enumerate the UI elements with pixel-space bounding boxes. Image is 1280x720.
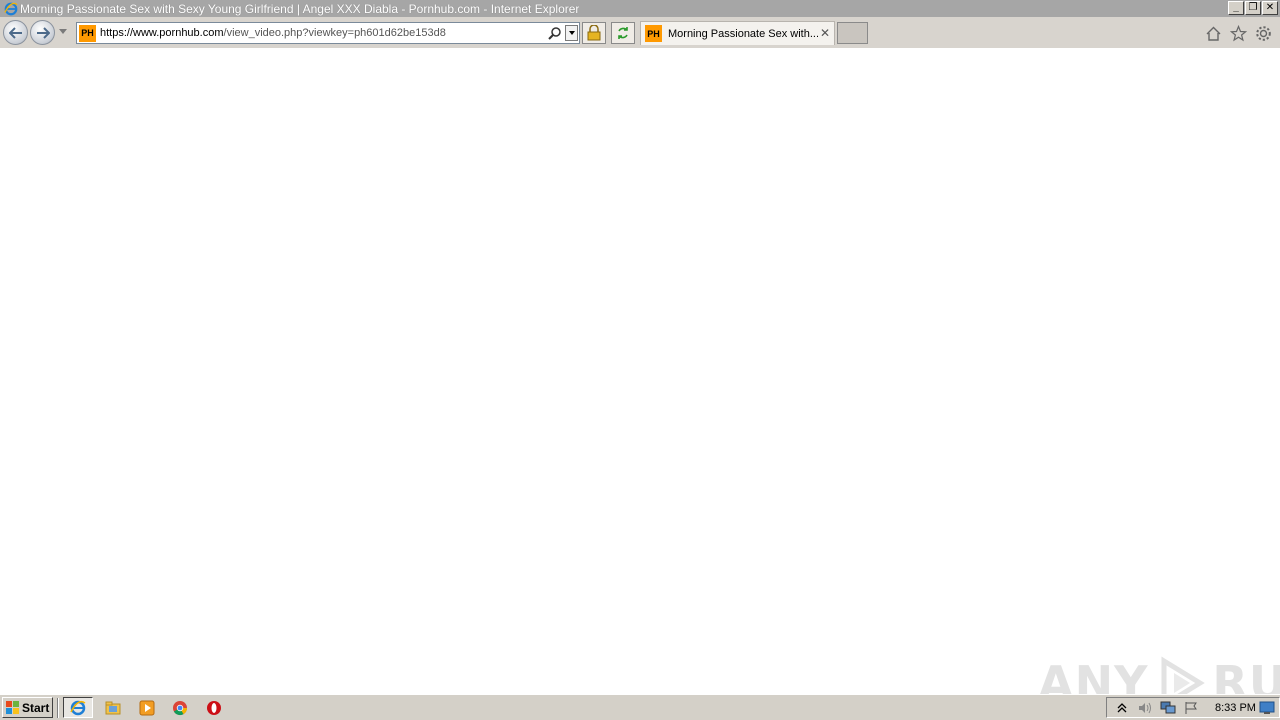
refresh-icon xyxy=(618,27,628,39)
internet-explorer-icon xyxy=(4,2,18,15)
minimize-button[interactable]: _ xyxy=(1228,1,1244,15)
restore-button[interactable]: ❐ xyxy=(1245,1,1261,15)
show-desktop-icon[interactable] xyxy=(1259,701,1275,715)
volume-icon[interactable] xyxy=(1137,700,1153,716)
close-button[interactable]: ✕ xyxy=(1262,1,1278,15)
home-icon[interactable] xyxy=(1205,25,1222,42)
taskbar-clock[interactable]: 8:33 PM xyxy=(1215,702,1256,714)
start-button[interactable]: Start xyxy=(2,697,53,718)
site-favicon: PH xyxy=(79,24,96,42)
internet-explorer-icon xyxy=(70,700,86,715)
taskbar-file-explorer[interactable] xyxy=(98,697,128,718)
taskbar-opera[interactable] xyxy=(199,697,229,718)
start-label: Start xyxy=(22,700,50,715)
new-tab-button[interactable] xyxy=(837,22,868,44)
system-tray: 8:33 PM xyxy=(1106,697,1280,718)
search-button[interactable] xyxy=(547,25,563,41)
page-content: ANY RUN xyxy=(0,48,1280,710)
taskbar-chrome[interactable] xyxy=(165,697,195,718)
url-text[interactable]: https://www.pornhub.com/view_video.php?v… xyxy=(100,27,446,39)
refresh-button[interactable] xyxy=(611,22,635,44)
search-icon xyxy=(548,27,561,40)
window-title-bar: Morning Passionate Sex with Sexy Young G… xyxy=(0,0,1280,17)
taskbar-media-player[interactable] xyxy=(132,697,162,718)
command-icons xyxy=(1205,24,1272,42)
back-arrow-icon xyxy=(8,26,22,39)
address-dropdown-button[interactable] xyxy=(565,25,578,41)
show-hidden-icons-icon[interactable] xyxy=(1114,700,1130,716)
taskbar: Start 8:33 PM xyxy=(0,694,1280,720)
windows-logo-icon xyxy=(6,700,19,714)
window-controls: _ ❐ ✕ xyxy=(1228,1,1278,15)
url-path: /view_video.php?viewkey=ph601d62be153d8 xyxy=(223,27,446,39)
lock-icon xyxy=(587,25,601,41)
recent-pages-dropdown[interactable] xyxy=(59,29,67,34)
network-icon[interactable] xyxy=(1160,700,1176,716)
taskbar-internet-explorer[interactable] xyxy=(63,697,93,718)
gear-icon[interactable] xyxy=(1255,25,1272,42)
security-report-button[interactable] xyxy=(582,22,606,44)
taskbar-separator xyxy=(57,698,59,718)
forward-button[interactable] xyxy=(30,20,55,45)
opera-icon xyxy=(207,700,221,715)
star-icon[interactable] xyxy=(1229,24,1248,42)
chrome-icon xyxy=(173,700,188,715)
tab-close-icon[interactable]: ✕ xyxy=(820,26,830,40)
media-player-icon xyxy=(139,700,155,715)
navigation-bar: PH https://www.pornhub.com/view_video.ph… xyxy=(0,17,1280,48)
tab-title: Morning Passionate Sex with... xyxy=(668,27,818,40)
url-domain: https://www.pornhub.com xyxy=(100,27,224,39)
address-bar[interactable]: PH https://www.pornhub.com/view_video.ph… xyxy=(76,22,580,44)
back-button[interactable] xyxy=(3,20,28,45)
folder-icon xyxy=(105,701,121,714)
action-center-flag-icon[interactable] xyxy=(1183,700,1199,716)
window-title: Morning Passionate Sex with Sexy Young G… xyxy=(20,1,580,16)
forward-arrow-icon xyxy=(36,26,50,39)
tab-favicon: PH xyxy=(645,25,662,42)
tab-active[interactable]: PH Morning Passionate Sex with... ✕ xyxy=(640,21,835,45)
